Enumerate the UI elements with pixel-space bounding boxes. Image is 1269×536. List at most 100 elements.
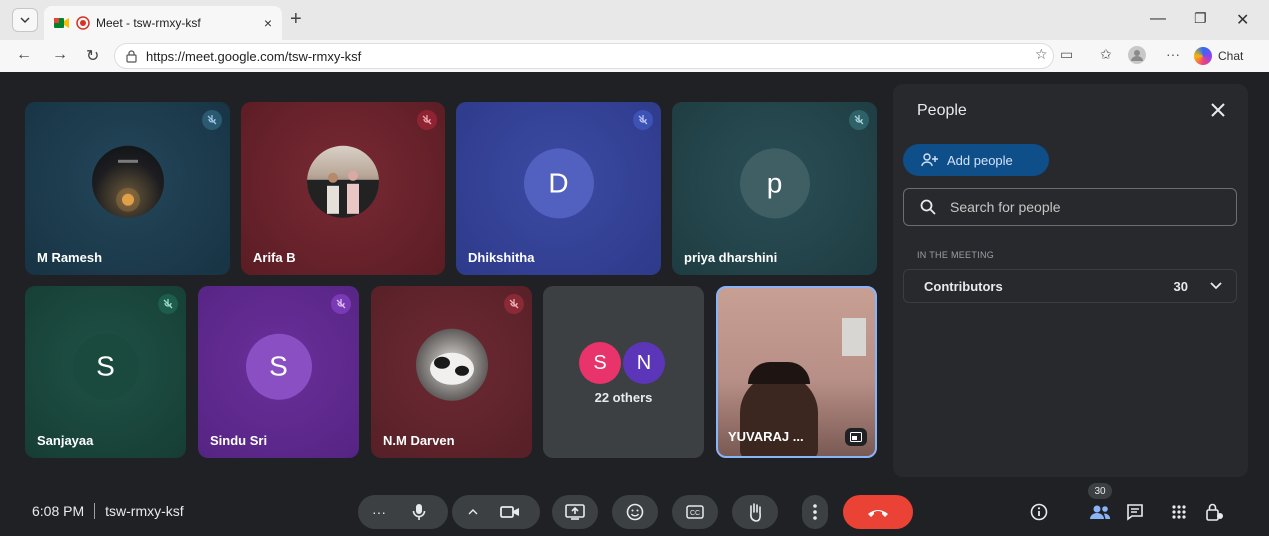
cat-photo-icon [429, 352, 474, 385]
participant-name: priya dharshini [684, 250, 778, 265]
reactions-button[interactable] [612, 495, 658, 529]
svg-text:CC: CC [690, 510, 700, 517]
captions-button[interactable]: CC [672, 495, 718, 529]
more-options-button[interactable] [802, 495, 828, 529]
info-icon [1030, 503, 1048, 521]
host-controls-button[interactable] [1204, 501, 1226, 523]
browser-tab-meet[interactable]: Meet - tsw-rmxy-ksf × [44, 6, 282, 40]
section-label: IN THE MEETING [917, 250, 995, 260]
participant-tile[interactable]: M Ramesh [25, 102, 230, 275]
lock-person-icon [1206, 503, 1223, 521]
profile-icon[interactable] [1128, 46, 1146, 67]
people-button[interactable] [1089, 501, 1111, 523]
mic-muted-icon [202, 110, 222, 130]
participant-initial-avatar: D [523, 147, 594, 218]
participant-tile[interactable]: S Sindu Sri [198, 286, 359, 458]
url-field[interactable]: https://meet.google.com/tsw-rmxy-ksf [114, 43, 1054, 69]
copilot-icon [1194, 47, 1212, 65]
site-info-icon [126, 49, 137, 63]
audio-options-button[interactable]: ··· [372, 504, 386, 520]
restore-icon[interactable]: ❐ [1194, 10, 1207, 27]
captions-icon: CC [686, 505, 704, 519]
wall-switch [842, 318, 866, 356]
meeting-details-button[interactable] [1028, 501, 1050, 523]
favorites-list-icon[interactable]: ✩ [1100, 46, 1112, 63]
chat-button[interactable] [1124, 501, 1146, 523]
self-view-tile[interactable]: YUVARAJ ... [716, 286, 877, 458]
participant-tile[interactable]: S Sanjayaa [25, 286, 186, 458]
search-placeholder: Search for people [950, 199, 1061, 215]
mic-muted-icon [158, 294, 178, 314]
camera-icon[interactable] [500, 505, 520, 519]
reload-icon[interactable]: ↻ [86, 46, 99, 66]
hang-up-icon [868, 510, 888, 517]
mic-muted-icon [331, 294, 351, 314]
participant-name: N.M Darven [383, 433, 455, 448]
minimize-icon[interactable]: — [1150, 10, 1166, 28]
present-button[interactable] [552, 495, 598, 529]
participant-tile[interactable]: Arifa B [241, 102, 445, 275]
self-person [740, 374, 818, 456]
recording-icon [76, 16, 90, 30]
mic-muted-icon [417, 110, 437, 130]
favorite-star-icon[interactable]: ☆ [1035, 46, 1048, 63]
participant-tile[interactable]: N.M Darven [371, 286, 532, 458]
window-close-icon[interactable]: ✕ [1236, 10, 1249, 30]
others-tile[interactable]: S N 22 others [543, 286, 704, 458]
participant-initial-avatar: p [739, 147, 810, 218]
participant-name: Dhikshitha [468, 250, 535, 265]
meeting-info: 6:08 PM tsw-rmxy-ksf [32, 503, 184, 519]
chevron-down-icon [20, 17, 30, 23]
present-screen-icon [565, 504, 585, 520]
contributors-group[interactable]: Contributors 30 [903, 269, 1237, 303]
new-tab-button[interactable]: + [290, 8, 310, 32]
emoji-icon [626, 503, 644, 521]
close-icon[interactable] [1208, 100, 1228, 120]
chevron-down-icon [1210, 282, 1222, 290]
participant-initial-avatar: S [245, 333, 312, 400]
others-avatar: S [579, 342, 621, 384]
browser-menu-button[interactable]: ··· [1166, 46, 1180, 62]
raise-hand-button[interactable] [732, 495, 778, 529]
participant-tile[interactable]: D Dhikshitha [456, 102, 661, 275]
group-count: 30 [1173, 278, 1188, 294]
add-people-label: Add people [947, 152, 1013, 168]
participant-tile[interactable]: p priya dharshini [672, 102, 877, 275]
self-hair [748, 362, 810, 384]
apps-grid-icon [1172, 505, 1186, 519]
mic-muted-icon [633, 110, 653, 130]
panel-title: People [917, 102, 967, 119]
meet-logo-icon [54, 18, 69, 28]
participant-name: Sindu Sri [210, 433, 268, 448]
chat-label: Chat [1218, 49, 1244, 63]
add-people-button[interactable]: Add people [903, 144, 1049, 176]
people-icon [1090, 505, 1111, 519]
audio-control-group: ··· [358, 495, 448, 529]
add-person-icon [921, 153, 938, 167]
activities-button[interactable] [1168, 501, 1190, 523]
browser-chrome: Meet - tsw-rmxy-ksf × + — ❐ ✕ ← → ↻ http… [0, 0, 1269, 72]
chat-icon [1127, 504, 1143, 521]
copilot-chat-button[interactable]: Chat [1194, 44, 1262, 68]
mic-icon[interactable] [412, 503, 426, 521]
others-avatar: N [623, 342, 665, 384]
tab-list-button[interactable] [12, 8, 38, 32]
current-time: 6:08 PM [32, 503, 85, 519]
meet-stage: M Ramesh Arifa B D Dhikshitha p priya dh… [8, 72, 1261, 536]
forward-arrow-icon[interactable]: → [52, 46, 68, 64]
mic-muted-icon [849, 110, 869, 130]
participants-count-badge: 30 [1088, 483, 1112, 499]
search-input[interactable]: Search for people [903, 188, 1237, 226]
pip-icon[interactable] [845, 428, 867, 446]
participant-photo [307, 145, 379, 218]
group-label: Contributors [924, 278, 1003, 294]
chevron-up-icon[interactable] [468, 509, 478, 515]
more-vert-icon [813, 504, 817, 520]
tab-title: Meet - tsw-rmxy-ksf [96, 16, 201, 30]
back-arrow-icon[interactable]: ← [16, 46, 32, 64]
avatar [1128, 46, 1146, 64]
tab-close-button[interactable]: × [264, 15, 272, 31]
video-pip-icon[interactable]: ▭ [1060, 46, 1073, 63]
tab-bar: Meet - tsw-rmxy-ksf × + — ❐ ✕ [0, 0, 1269, 40]
leave-call-button[interactable] [843, 495, 913, 529]
